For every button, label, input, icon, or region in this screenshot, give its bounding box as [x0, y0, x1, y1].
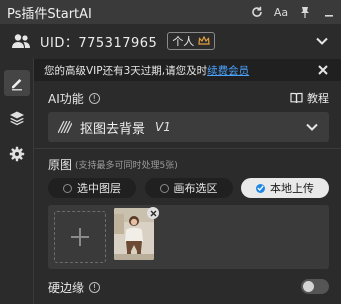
title-controls: Aa: [245, 0, 341, 24]
version-tag: V1: [155, 120, 171, 134]
source-heading: 原图 (支持最多可同时处理5张): [48, 158, 178, 172]
cutout-icon: [58, 121, 72, 133]
option-local-upload[interactable]: 本地上传: [241, 178, 329, 198]
gear-icon[interactable]: [4, 141, 30, 167]
remove-image-icon[interactable]: [147, 207, 159, 219]
title-bar: Ps插件StartAI Aa: [0, 0, 341, 24]
app-title: Ps插件StartAI: [7, 6, 92, 22]
info-icon[interactable]: !: [89, 282, 101, 293]
edit-icon[interactable]: [4, 70, 30, 96]
hard-edge-toggle[interactable]: [301, 279, 329, 294]
book-icon: [290, 92, 303, 104]
account-bar: UID：775317965 个人: [0, 24, 341, 58]
minimize-icon[interactable]: [317, 0, 341, 24]
renew-link[interactable]: 续费会员: [207, 65, 249, 77]
crown-icon: [198, 36, 210, 45]
tutorial-button[interactable]: 教程: [290, 90, 329, 106]
main-panel: AI功能 ! 教程 抠图去背景 V1 原图 (支持最多可同时处理5张) 选中图层…: [34, 81, 341, 304]
divider: [34, 148, 341, 149]
ai-tool-select[interactable]: 抠图去背景 V1: [48, 112, 329, 142]
plus-icon: [71, 228, 89, 246]
radio-dot: [63, 183, 72, 193]
radio-dot: [159, 183, 169, 193]
source-options: 选中图层 画布选区 本地上传: [48, 178, 329, 198]
uid-label: UID：775317965: [40, 35, 158, 51]
toggle-knob: [303, 281, 314, 292]
option-selected-layer[interactable]: 选中图层: [48, 178, 136, 198]
expiry-notice: 您的高级VIP还有3天过期,请您及时续费会员: [34, 59, 341, 81]
refresh-icon[interactable]: [245, 0, 269, 24]
tier-badge: 个人: [167, 32, 216, 50]
selected-tool: 抠图去背景: [80, 121, 146, 137]
info-icon[interactable]: !: [88, 93, 100, 104]
hard-edge-heading: 硬边缘 !: [48, 279, 101, 296]
check-icon: [256, 183, 265, 193]
add-image-button[interactable]: [54, 211, 106, 263]
side-rail: [0, 58, 34, 304]
layers-icon[interactable]: [4, 105, 30, 131]
notice-message: 您的高级VIP还有3天过期,请您及时续费会员: [44, 64, 250, 77]
pin-icon[interactable]: [293, 0, 317, 24]
chevron-down-icon[interactable]: [315, 34, 329, 48]
users-icon: [10, 30, 32, 52]
source-hint: (支持最多可同时处理5张): [75, 161, 178, 171]
chevron-down-icon: [306, 123, 318, 131]
option-canvas-selection[interactable]: 画布选区: [144, 178, 233, 198]
image-list: [48, 205, 329, 269]
font-size-icon[interactable]: Aa: [269, 0, 293, 24]
ai-function-heading: AI功能 !: [48, 90, 100, 107]
close-icon[interactable]: [317, 64, 329, 76]
